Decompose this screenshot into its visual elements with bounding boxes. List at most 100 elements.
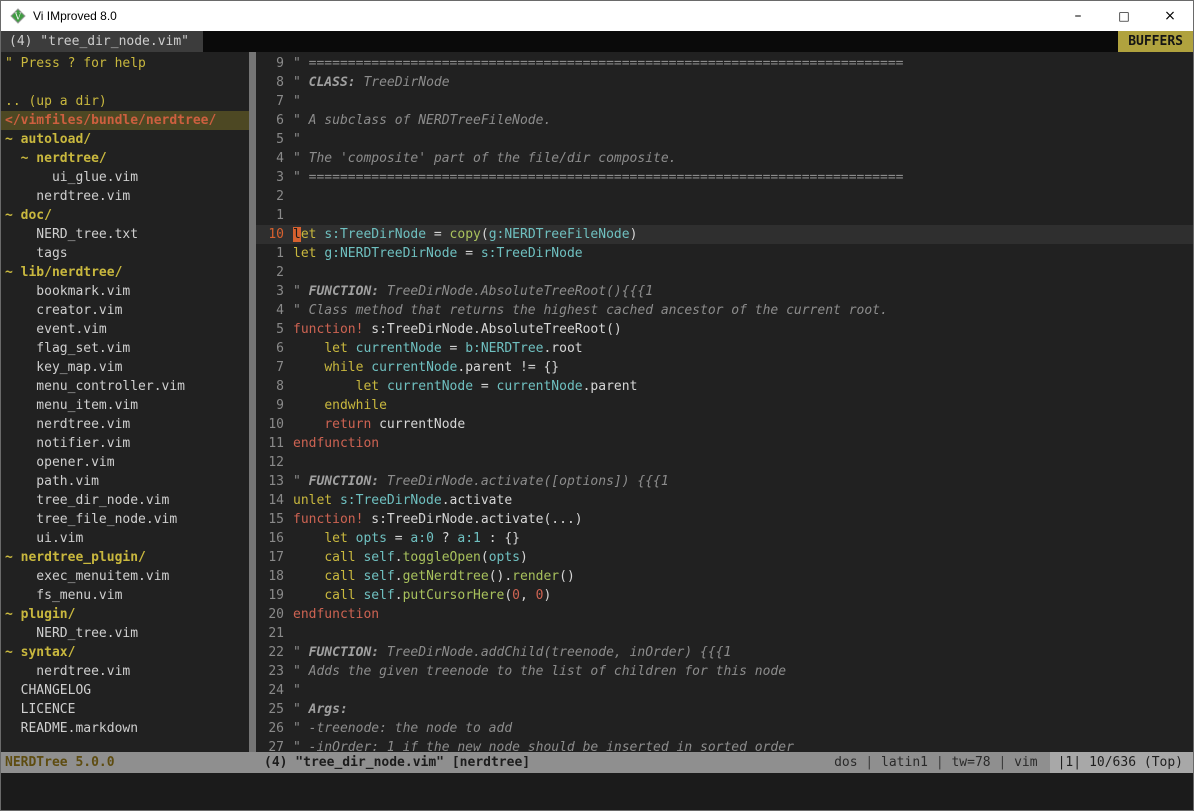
close-button[interactable]: × (1147, 1, 1193, 31)
code-line[interactable]: 8 let currentNode = currentNode.parent (256, 377, 1193, 396)
code-line[interactable]: 25" Args: (256, 700, 1193, 719)
status-flag: latin1 (881, 755, 928, 770)
minimize-button[interactable]: – (1055, 1, 1101, 31)
command-line (1, 773, 1193, 810)
tree-item[interactable]: NERD_tree.txt (1, 225, 249, 244)
tree-item[interactable]: ~ doc/ (1, 206, 249, 225)
code-line[interactable]: 18 call self.getNerdtree().render() (256, 567, 1193, 586)
code-line[interactable]: 7 while currentNode.parent != {} (256, 358, 1193, 377)
tree-item[interactable]: notifier.vim (1, 434, 249, 453)
code-line[interactable]: 2 (256, 187, 1193, 206)
tree-item[interactable]: CHANGELOG (1, 681, 249, 700)
window-title: Vi IMproved 8.0 (33, 9, 117, 23)
main-area: " Press ? for help .. (up a dir)</vimfile… (1, 52, 1193, 752)
tree-item[interactable]: path.vim (1, 472, 249, 491)
tree-item[interactable]: ui_glue.vim (1, 168, 249, 187)
code-line[interactable]: 4" Class method that returns the highest… (256, 301, 1193, 320)
title-bar: V Vi IMproved 8.0 – □ × (1, 1, 1193, 31)
tree-item[interactable]: creator.vim (1, 301, 249, 320)
tree-item[interactable]: menu_item.vim (1, 396, 249, 415)
tree-item[interactable]: fs_menu.vim (1, 586, 249, 605)
code-line-current[interactable]: 10let s:TreeDirNode = copy(g:NERDTreeFil… (256, 225, 1193, 244)
code-line[interactable]: 5function! s:TreeDirNode.AbsoluteTreeRoo… (256, 320, 1193, 339)
window-separator[interactable] (249, 52, 256, 752)
tree-item[interactable]: ~ syntax/ (1, 643, 249, 662)
code-line[interactable]: 12 (256, 453, 1193, 472)
tree-item[interactable]: " Press ? for help (1, 54, 249, 73)
line-number: 25 (256, 700, 284, 719)
code-line[interactable]: 6" A subclass of NERDTreeFileNode. (256, 111, 1193, 130)
code-line[interactable]: 27" -inOrder: 1 if the new node should b… (256, 738, 1193, 752)
code-line[interactable]: 24" (256, 681, 1193, 700)
code-line[interactable]: 7" (256, 92, 1193, 111)
status-bar: NERDTree 5.0.0 (4) "tree_dir_node.vim" [… (1, 752, 1193, 773)
line-number: 27 (256, 738, 284, 752)
line-number: 5 (256, 320, 284, 339)
tree-item[interactable]: ui.vim (1, 529, 249, 548)
tree-item[interactable] (1, 73, 249, 92)
line-number: 1 (256, 206, 284, 225)
code-line[interactable]: 1let g:NERDTreeDirNode = s:TreeDirNode (256, 244, 1193, 263)
window-controls: – □ × (1055, 1, 1193, 31)
tree-item[interactable]: ~ plugin/ (1, 605, 249, 624)
buffers-label[interactable]: BUFFERS (1118, 31, 1193, 52)
tree-item[interactable]: NERD_tree.vim (1, 624, 249, 643)
tree-item[interactable]: bookmark.vim (1, 282, 249, 301)
line-number: 4 (256, 149, 284, 168)
code-line[interactable]: 26" -treenode: the node to add (256, 719, 1193, 738)
code-line[interactable]: 5" (256, 130, 1193, 149)
tree-item[interactable]: tree_dir_node.vim (1, 491, 249, 510)
tree-item[interactable]: exec_menuitem.vim (1, 567, 249, 586)
code-line[interactable]: 13" FUNCTION: TreeDirNode.activate([opti… (256, 472, 1193, 491)
code-line[interactable]: 11endfunction (256, 434, 1193, 453)
code-line[interactable]: 1 (256, 206, 1193, 225)
line-number: 17 (256, 548, 284, 567)
tree-item[interactable]: nerdtree.vim (1, 415, 249, 434)
code-line[interactable]: 9" =====================================… (256, 54, 1193, 73)
tree-item[interactable]: ~ nerdtree_plugin/ (1, 548, 249, 567)
code-line[interactable]: 23" Adds the given treenode to the list … (256, 662, 1193, 681)
code-line[interactable]: 2 (256, 263, 1193, 282)
tree-item[interactable]: tree_file_node.vim (1, 510, 249, 529)
code-line[interactable]: 8" CLASS: TreeDirNode (256, 73, 1193, 92)
tree-item[interactable]: ~ lib/nerdtree/ (1, 263, 249, 282)
code-line[interactable]: 3" FUNCTION: TreeDirNode.AbsoluteTreeRoo… (256, 282, 1193, 301)
code-line[interactable]: 6 let currentNode = b:NERDTree.root (256, 339, 1193, 358)
tree-item[interactable]: key_map.vim (1, 358, 249, 377)
line-number: 13 (256, 472, 284, 491)
tree-item[interactable]: nerdtree.vim (1, 662, 249, 681)
buffer-tab[interactable]: (4) "tree_dir_node.vim" (1, 31, 203, 52)
tree-item[interactable]: .. (up a dir) (1, 92, 249, 111)
tree-item[interactable]: opener.vim (1, 453, 249, 472)
tree-item[interactable]: event.vim (1, 320, 249, 339)
tree-item[interactable]: ~ nerdtree/ (1, 149, 249, 168)
line-number: 3 (256, 282, 284, 301)
code-line[interactable]: 14unlet s:TreeDirNode.activate (256, 491, 1193, 510)
line-number: 12 (256, 453, 284, 472)
tree-item[interactable]: menu_controller.vim (1, 377, 249, 396)
tree-item[interactable]: LICENCE (1, 700, 249, 719)
code-line[interactable]: 21 (256, 624, 1193, 643)
tree-item[interactable]: </vimfiles/bundle/nerdtree/ (1, 111, 249, 130)
code-line[interactable]: 3" =====================================… (256, 168, 1193, 187)
line-number: 7 (256, 358, 284, 377)
code-line[interactable]: 19 call self.putCursorHere(0, 0) (256, 586, 1193, 605)
code-line[interactable]: 20endfunction (256, 605, 1193, 624)
code-line[interactable]: 16 let opts = a:0 ? a:1 : {} (256, 529, 1193, 548)
code-line[interactable]: 10 return currentNode (256, 415, 1193, 434)
code-line[interactable]: 22" FUNCTION: TreeDirNode.addChild(treen… (256, 643, 1193, 662)
tree-item[interactable]: flag_set.vim (1, 339, 249, 358)
tree-item[interactable]: README.markdown (1, 719, 249, 738)
code-line[interactable]: 4" The 'composite' part of the file/dir … (256, 149, 1193, 168)
tree-item[interactable]: nerdtree.vim (1, 187, 249, 206)
code-line[interactable]: 17 call self.toggleOpen(opts) (256, 548, 1193, 567)
line-number: 2 (256, 187, 284, 206)
tree-item[interactable]: tags (1, 244, 249, 263)
nerdtree-status: NERDTree 5.0.0 (1, 755, 256, 770)
tree-item[interactable]: ~ autoload/ (1, 130, 249, 149)
code-line[interactable]: 15function! s:TreeDirNode.activate(...) (256, 510, 1193, 529)
position-segment: |1| 10/636 (Top) (1050, 752, 1193, 773)
line-number: 3 (256, 168, 284, 187)
maximize-button[interactable]: □ (1101, 1, 1147, 31)
code-line[interactable]: 9 endwhile (256, 396, 1193, 415)
